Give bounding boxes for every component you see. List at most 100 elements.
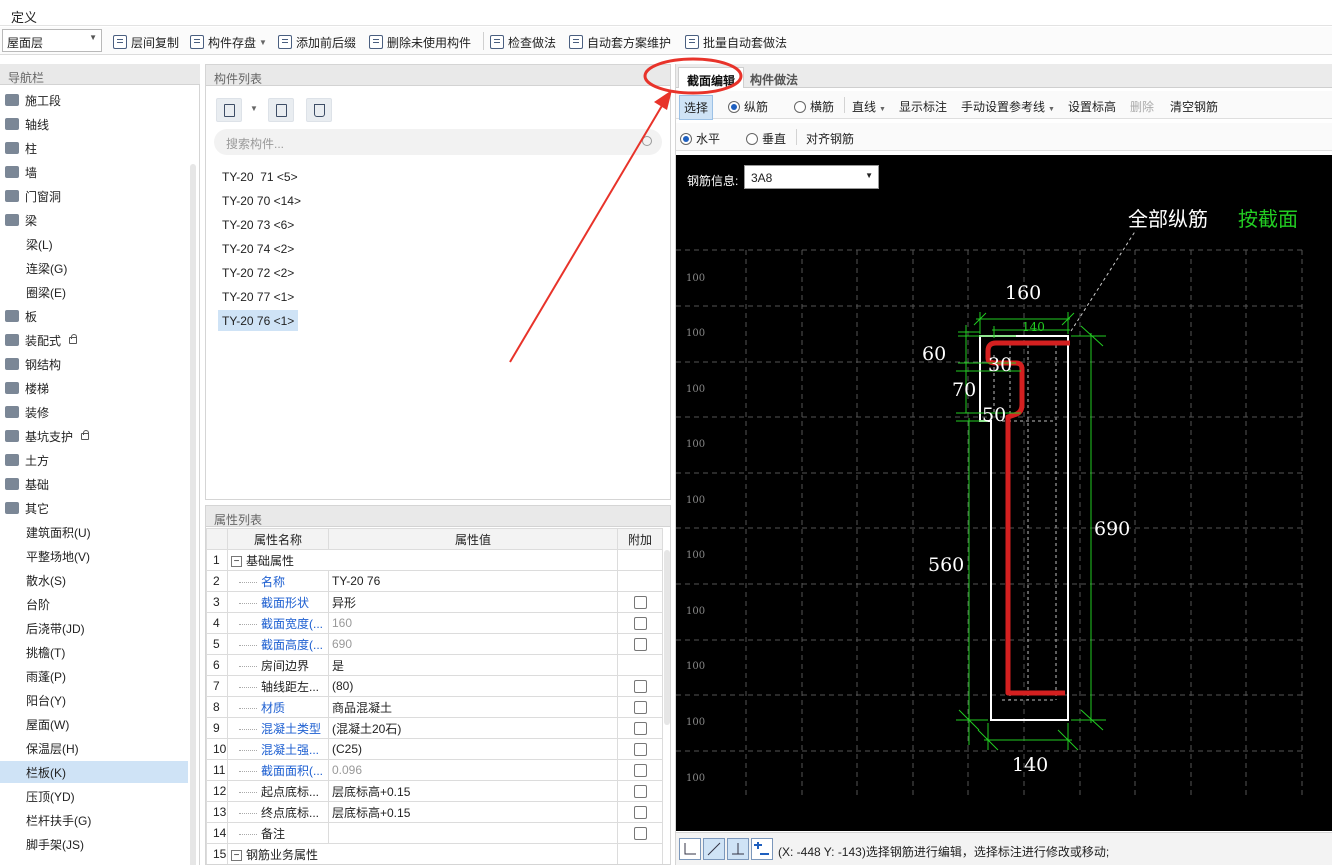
nav-item[interactable]: 保温层(H) (0, 737, 188, 759)
component-item[interactable]: TY-20 72 <2> (218, 262, 298, 283)
property-row[interactable]: 1− 基础属性 (206, 549, 663, 571)
horizontal-radio[interactable]: 水平 (680, 130, 720, 147)
delete-component-button[interactable] (306, 98, 332, 122)
nav-item[interactable]: 压顶(YD) (0, 785, 188, 807)
collapse-icon[interactable]: − (231, 849, 242, 861)
extra-checkbox[interactable] (633, 617, 647, 631)
component-item[interactable]: TY-20 74 <2> (218, 238, 298, 259)
copy-component-button[interactable] (268, 98, 294, 122)
set-elevation-button[interactable]: 设置标高 (1068, 98, 1116, 115)
property-value[interactable]: (80) (328, 675, 618, 697)
nav-item[interactable]: 柱 (0, 137, 188, 159)
nav-item[interactable]: 屋面(W) (0, 713, 188, 735)
batch-auto-method-button[interactable]: 批量自动套做法 (685, 33, 787, 51)
extra-checkbox[interactable] (633, 722, 647, 736)
add-point-button[interactable] (751, 838, 773, 860)
property-row[interactable]: 7 轴线距左... (80) (206, 675, 663, 697)
property-value[interactable]: 异形 (328, 591, 618, 613)
nav-item[interactable]: 梁(L) (0, 233, 188, 255)
nav-scrollbar[interactable] (190, 164, 196, 865)
property-row[interactable]: 15− 钢筋业务属性 (206, 843, 663, 864)
extra-checkbox[interactable] (633, 596, 647, 610)
tab-section-edit[interactable]: 截面编辑 (678, 67, 745, 88)
tab-component-method[interactable]: 构件做法 (742, 67, 806, 88)
vertical-radio[interactable]: 垂直 (746, 130, 786, 147)
property-value[interactable]: TY-20 76 (328, 570, 618, 592)
nav-item[interactable]: 施工段 (0, 89, 188, 111)
extra-checkbox[interactable] (633, 764, 647, 778)
oblique-snap-button[interactable] (703, 838, 725, 860)
orthogonal-snap-button[interactable] (679, 838, 701, 860)
nav-item[interactable]: 阳台(Y) (0, 689, 188, 711)
component-item[interactable]: TY-20 71 <5> (218, 166, 302, 187)
nav-item[interactable]: 圈梁(E) (0, 281, 188, 303)
nav-item[interactable]: 楼梯 (0, 377, 188, 399)
nav-item[interactable]: 栏杆扶手(G) (0, 809, 188, 831)
rebar-info-select[interactable]: 3A8 ▼ (744, 165, 879, 189)
add-prefix-suffix-button[interactable]: 添加前后缀 (278, 33, 356, 51)
manual-reference-line-button[interactable]: 手动设置参考线 ▼ (961, 98, 1055, 115)
search-icon[interactable] (642, 136, 652, 146)
nav-item[interactable]: 平整场地(V) (0, 545, 188, 567)
section-drawing[interactable]: 100 100 100 100 100 100 100 100 100 100 (676, 155, 1332, 831)
new-component-button[interactable] (216, 98, 242, 122)
label-all-longitudinal[interactable]: 全部纵筋 (1128, 207, 1208, 231)
nav-item[interactable]: 钢结构 (0, 353, 188, 375)
property-row[interactable]: 5 截面高度(... 690 (206, 633, 663, 655)
clear-rebar-button[interactable]: 清空钢筋 (1170, 98, 1218, 115)
property-row[interactable]: 2 名称 TY-20 76 (206, 570, 663, 592)
component-item[interactable]: TY-20 73 <6> (218, 214, 298, 235)
check-method-button[interactable]: 检查做法 (490, 33, 556, 51)
nav-item[interactable]: 装修 (0, 401, 188, 423)
nav-item[interactable]: 脚手架(JS) (0, 833, 188, 855)
copy-between-floors-button[interactable]: 层间复制 (113, 33, 179, 51)
nav-item[interactable]: 散水(S) (0, 569, 188, 591)
nav-item[interactable]: 雨蓬(P) (0, 665, 188, 687)
line-button[interactable]: 直线 ▼ (852, 98, 886, 115)
extra-checkbox[interactable] (633, 680, 647, 694)
nav-item[interactable]: 连梁(G) (0, 257, 188, 279)
nav-item[interactable]: 台阶 (0, 593, 188, 615)
menu-define[interactable]: 定义 (11, 7, 37, 26)
nav-item[interactable]: 栏板(K) (0, 761, 188, 783)
perpendicular-snap-button[interactable] (727, 838, 749, 860)
label-by-section[interactable]: 按截面 (1238, 207, 1298, 231)
floor-select[interactable]: 屋面层 ▼ (2, 29, 102, 52)
extra-checkbox[interactable] (633, 743, 647, 757)
property-value[interactable]: 层底标高+0.15 (328, 801, 618, 823)
property-row[interactable]: 4 截面宽度(... 160 (206, 612, 663, 634)
component-item[interactable]: TY-20 70 <14> (218, 190, 305, 211)
dimension-texts[interactable]: 160 140 60 30 70 50 690 560 140 (922, 282, 1130, 776)
nav-item[interactable]: 其它 (0, 497, 188, 519)
property-row[interactable]: 13 终点底标... 层底标高+0.15 (206, 801, 663, 823)
nav-item[interactable]: 挑檐(T) (0, 641, 188, 663)
align-rebar-button[interactable]: 对齐钢筋 (806, 130, 854, 147)
nav-item[interactable]: 基础 (0, 473, 188, 495)
property-row[interactable]: 3 截面形状 异形 (206, 591, 663, 613)
show-dimension-button[interactable]: 显示标注 (899, 98, 947, 115)
property-row[interactable]: 12 起点底标... 层底标高+0.15 (206, 780, 663, 802)
property-row[interactable]: 11 截面面积(... 0.096 (206, 759, 663, 781)
delete-unused-button[interactable]: 删除未使用构件 (369, 33, 471, 51)
transverse-radio[interactable]: 横筋 (794, 98, 834, 115)
nav-item[interactable]: 装配式 (0, 329, 188, 351)
nav-item[interactable]: 建筑面积(U) (0, 521, 188, 543)
longitudinal-radio[interactable]: 纵筋 (728, 98, 768, 115)
property-value[interactable]: 690 (328, 633, 618, 655)
property-value[interactable] (328, 822, 618, 844)
property-row[interactable]: 8 材质 商品混凝土 (206, 696, 663, 718)
extra-checkbox[interactable] (633, 701, 647, 715)
nav-item[interactable]: 轴线 (0, 113, 188, 135)
property-value[interactable]: 层底标高+0.15 (328, 780, 618, 802)
property-value[interactable]: 160 (328, 612, 618, 634)
auto-plan-maintain-button[interactable]: 自动套方案维护 (569, 33, 671, 51)
property-value[interactable]: (C25) (328, 738, 618, 760)
select-button[interactable]: 选择 (679, 95, 714, 120)
property-scrollbar[interactable] (664, 550, 670, 725)
nav-item[interactable]: 门窗洞 (0, 185, 188, 207)
nav-item[interactable]: 土方 (0, 449, 188, 471)
nav-item[interactable]: 基坑支护 (0, 425, 188, 447)
property-row[interactable]: 10 混凝土强... (C25) (206, 738, 663, 760)
property-row[interactable]: 9 混凝土类型 (混凝土20石) (206, 717, 663, 739)
extra-checkbox[interactable] (633, 785, 647, 799)
